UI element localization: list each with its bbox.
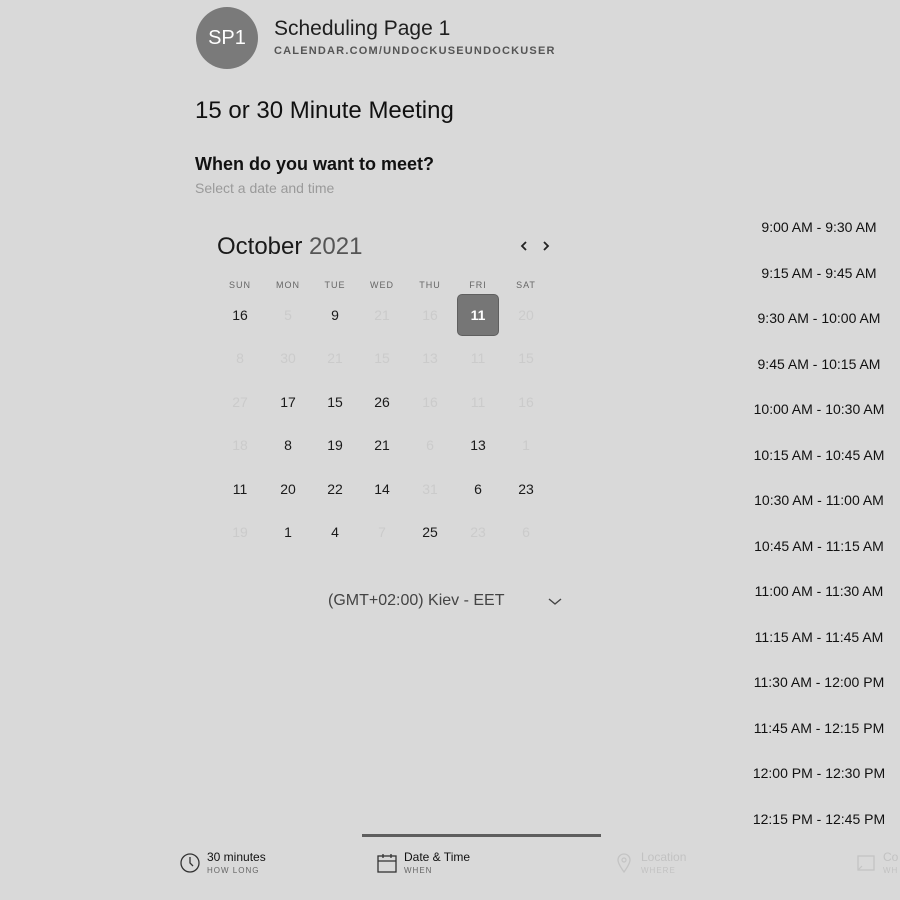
calendar-day: 13 (422, 350, 438, 366)
calendar-day-selected[interactable]: 11 (458, 295, 498, 335)
time-slot-button[interactable]: 12:00 PM - 12:30 PM (745, 758, 893, 788)
calendar-day: 19 (232, 524, 248, 540)
calendar-day[interactable]: 19 (315, 425, 355, 465)
time-slot-button[interactable]: 11:00 AM - 11:30 AM (745, 576, 893, 606)
calendar-day: 23 (470, 524, 486, 540)
weekday-label: THU (419, 280, 441, 290)
timezone-select[interactable]: (GMT+02:00) Kiev - EET (328, 592, 505, 610)
time-slot-button[interactable]: 10:15 AM - 10:45 AM (745, 440, 893, 470)
calendar-day: 21 (327, 350, 343, 366)
calendar-day: 7 (378, 524, 386, 540)
calendar-day: 27 (232, 394, 248, 410)
weekday-label: WED (370, 280, 394, 290)
calendar-day[interactable]: 9 (315, 295, 355, 335)
calendar-day[interactable]: 21 (362, 425, 402, 465)
calendar-day: 6 (426, 437, 434, 453)
chevron-left-icon (520, 241, 527, 251)
step-location-title: Location (641, 850, 687, 864)
contact-icon (857, 855, 875, 871)
calendar-day: 8 (236, 350, 244, 366)
calendar-day[interactable]: 25 (410, 512, 450, 552)
calendar-day: 5 (284, 307, 292, 323)
time-slot-button[interactable]: 9:30 AM - 10:00 AM (745, 303, 893, 333)
when-subtitle: Select a date and time (195, 180, 335, 196)
step-location[interactable]: Location WHERE (613, 848, 713, 880)
timezone-dropdown-toggle[interactable] (546, 592, 564, 610)
weekday-label: SAT (516, 280, 536, 290)
time-slot-button[interactable]: 9:45 AM - 10:15 AM (745, 349, 893, 379)
active-step-indicator (362, 834, 601, 837)
chevron-right-icon (543, 241, 550, 251)
location-pin-icon (617, 853, 631, 874)
calendar-day[interactable]: 1 (268, 512, 308, 552)
step-duration-subtitle: HOW LONG (207, 866, 260, 875)
calendar-day: 11 (470, 394, 486, 410)
step-duration-title: 30 minutes (207, 850, 266, 864)
time-slot-button[interactable]: 9:00 AM - 9:30 AM (745, 212, 893, 242)
next-month-button[interactable] (536, 236, 556, 256)
calendar-day[interactable]: 16 (220, 295, 260, 335)
step-date-time-subtitle: WHEN (404, 866, 433, 875)
time-slot-button[interactable]: 11:15 AM - 11:45 AM (745, 622, 893, 652)
weekday-label: SUN (228, 280, 251, 290)
time-slot-button[interactable]: 11:30 AM - 12:00 PM (745, 667, 893, 697)
scheduling-page-url[interactable]: CALENDAR.COM/UNDOCKUSEUNDOCKUSER (274, 45, 556, 57)
weekday-label: TUE (324, 280, 346, 290)
calendar-day[interactable]: 11 (220, 469, 260, 509)
previous-month-button[interactable] (514, 236, 534, 256)
clock-icon (180, 853, 200, 873)
time-slot-button[interactable]: 10:00 AM - 10:30 AM (745, 394, 893, 424)
calendar-icon (377, 854, 397, 873)
calendar-day[interactable]: 13 (458, 425, 498, 465)
calendar-day: 15 (374, 350, 390, 366)
step-duration[interactable]: 30 minutes HOW LONG (179, 848, 289, 880)
calendar-day[interactable]: 22 (315, 469, 355, 509)
calendar-day[interactable]: 23 (506, 469, 546, 509)
time-slot-button[interactable]: 10:45 AM - 11:15 AM (745, 531, 893, 561)
calendar-day: 16 (422, 307, 438, 323)
step-contact-subtitle: WH (883, 866, 899, 875)
calendar-day[interactable]: 15 (315, 382, 355, 422)
calendar-day: 21 (374, 307, 390, 323)
calendar-month: October (217, 233, 303, 260)
calendar-day[interactable]: 4 (315, 512, 355, 552)
step-contact[interactable]: Co WH (855, 848, 900, 880)
calendar-year: 2021 (309, 233, 363, 260)
chevron-down-icon (548, 598, 562, 605)
calendar-day[interactable]: 14 (362, 469, 402, 509)
calendar-day: 30 (280, 350, 296, 366)
scheduling-page-name: Scheduling Page 1 (274, 17, 451, 40)
step-location-subtitle: WHERE (641, 866, 676, 875)
calendar-month-label: October 2021 (217, 233, 362, 261)
step-date-time-title: Date & Time (404, 850, 471, 864)
calendar-day: 6 (522, 524, 530, 540)
calendar-day[interactable]: 8 (268, 425, 308, 465)
step-date-time[interactable]: Date & Time WHEN (376, 848, 496, 880)
calendar-day[interactable]: 6 (458, 469, 498, 509)
calendar-day: 15 (518, 350, 534, 366)
calendar-day: 1 (522, 437, 530, 453)
step-contact-title: Co (883, 850, 899, 864)
time-slot-button[interactable]: 10:30 AM - 11:00 AM (745, 485, 893, 515)
calendar-day: 20 (518, 307, 534, 323)
calendar-day: 16 (422, 394, 438, 410)
avatar: SP1 (196, 7, 258, 69)
calendar-day[interactable]: 26 (362, 382, 402, 422)
calendar-day: 18 (232, 437, 248, 453)
meeting-title: 15 or 30 Minute Meeting (195, 97, 454, 124)
weekday-label: FRI (469, 280, 487, 290)
when-question: When do you want to meet? (195, 154, 434, 174)
time-slot-button[interactable]: 11:45 AM - 12:15 PM (745, 713, 893, 743)
calendar-day[interactable]: 20 (268, 469, 308, 509)
calendar-day[interactable]: 17 (268, 382, 308, 422)
calendar-day: 16 (518, 394, 534, 410)
time-slot-button[interactable]: 12:15 PM - 12:45 PM (745, 804, 893, 834)
calendar-day: 31 (422, 481, 438, 497)
time-slot-button[interactable]: 9:15 AM - 9:45 AM (745, 258, 893, 288)
calendar-day: 11 (470, 350, 486, 366)
weekday-label: MON (276, 280, 300, 290)
